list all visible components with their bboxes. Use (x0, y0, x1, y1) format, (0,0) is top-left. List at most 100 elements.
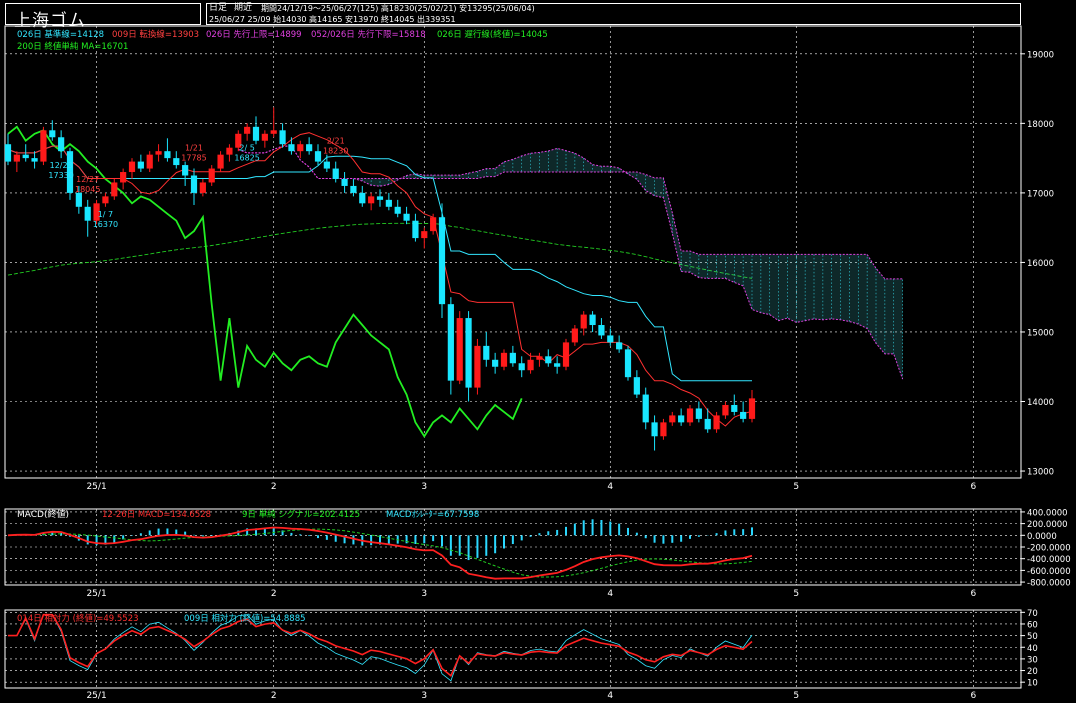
candle-body (492, 359, 499, 367)
chart-stage: 上海ゴム 日足 期近 期間24/12/19〜25/06/27(125) 高182… (0, 0, 1076, 703)
candle-body (536, 356, 543, 360)
y-tick-label-macd: -600.0000 (1027, 567, 1071, 577)
candle-body (22, 154, 29, 159)
candle-body (483, 345, 490, 360)
candle-body (40, 130, 47, 162)
candle-body (49, 130, 56, 138)
y-tick-label-rsi: 60 (1027, 620, 1038, 630)
candle-body (421, 231, 428, 239)
candle-body (438, 217, 446, 305)
price-annotation: 2/ 5 (239, 144, 254, 153)
candle-body (173, 158, 180, 166)
candle-body (554, 363, 561, 367)
candle-body (394, 206, 401, 214)
x-tick-label-rsi: 3 (421, 691, 427, 701)
candle-body (279, 130, 286, 145)
candle-body (722, 404, 729, 416)
price-annotation: 17330 (48, 171, 73, 180)
price-annotation: 16370 (93, 220, 118, 229)
candle-body (226, 147, 233, 155)
ma200-line (7, 222, 753, 279)
candle-body (748, 398, 756, 419)
y-tick-label-rsi: 50 (1027, 632, 1038, 642)
legend-macd-osc: MACDｵｼﾚｰﾀｰ=67.7598 (386, 510, 479, 520)
candle-body (190, 175, 198, 193)
x-tick-label-main: 6 (971, 482, 977, 492)
candle-body (527, 359, 534, 371)
legend-macd-signal: 9日 単純 シグナル=202.4125 (242, 509, 360, 520)
candle-body (562, 342, 570, 367)
candle-body (75, 192, 82, 207)
legend-kijun: 026日 基準線=14128 (17, 29, 104, 40)
x-tick-label-main: 2 (271, 482, 277, 492)
candle-body (120, 172, 127, 183)
candle-body (217, 154, 224, 169)
x-tick-label-macd: 25/1 (86, 589, 106, 599)
y-tick-label-macd: -400.0000 (1027, 555, 1071, 565)
price-annotation: 17785 (181, 154, 206, 163)
legend-macd-title: MACD(終値) (17, 508, 69, 520)
x-tick-label-rsi: 4 (607, 691, 613, 701)
legend-ma200: 200日 終値単純 MA=16701 (17, 41, 128, 52)
candle-body (270, 130, 277, 134)
candle-body (678, 415, 685, 423)
x-tick-label-macd: 2 (271, 589, 277, 599)
x-tick-label-macd: 5 (793, 589, 799, 599)
candle-body (412, 220, 419, 239)
candle-body (199, 182, 206, 193)
candle-body (545, 356, 552, 364)
candle-body (660, 422, 667, 437)
legend-rsi9: 009日 相対力 (終値)=54.8885 (184, 613, 306, 624)
x-tick-label-rsi: 25/1 (86, 691, 106, 701)
x-tick-label-rsi: 5 (793, 691, 799, 701)
candle-body (31, 158, 38, 162)
candle-body (164, 151, 171, 159)
y-tick-label-macd: 0.0000 (1027, 532, 1057, 542)
legend-senkou-b: 052/026日 先行下限=15818 (311, 29, 426, 40)
candle-body (624, 349, 632, 378)
candle-body (359, 192, 366, 204)
y-tick-label-rsi: 30 (1027, 655, 1038, 665)
price-annotation: 1/21 (185, 144, 203, 153)
candle-body (261, 133, 268, 141)
candle-body (447, 304, 454, 381)
candle-body (474, 345, 481, 388)
candle-body (704, 418, 711, 430)
y-tick-label-macd: -800.0000 (1027, 579, 1071, 589)
legend-tenkan: 009日 転換線=13903 (112, 29, 199, 40)
candle-body (376, 196, 384, 200)
candle-body (252, 126, 260, 141)
candle-body (128, 161, 136, 173)
candle-body (102, 196, 109, 204)
x-tick-label-macd: 4 (607, 589, 613, 599)
legend-rsi14: 014日 相対力 (終値)=49.5523 (17, 613, 139, 624)
candle-body (686, 408, 694, 423)
candle-body (669, 415, 676, 423)
legend-senkou-a: 026日 先行上限=14899 (206, 29, 302, 40)
candle-body (323, 161, 330, 169)
candle-body (571, 328, 578, 343)
candle-body (589, 314, 596, 326)
candle-body (616, 342, 623, 350)
candle-body (518, 363, 525, 371)
candle-body (4, 144, 12, 162)
x-tick-label-macd: 6 (971, 589, 977, 599)
candle-body (385, 199, 392, 207)
price-annotation: 2/21 (327, 137, 345, 146)
candle-body (500, 352, 508, 367)
y-tick-label-macd: 400.0000 (1027, 508, 1068, 518)
candle-body (430, 217, 437, 232)
legend-macd: 12-26日 MACD=134.6528 (102, 510, 211, 520)
y-tick-label-rsi: 10 (1027, 679, 1038, 689)
chart-canvas: 13000140001500016000170001800019000400.0… (4, 25, 1071, 701)
legend-chikou: 026日 遅行線(終値)=14045 (437, 29, 548, 40)
candle-body (509, 352, 516, 364)
candle-body (58, 137, 65, 152)
candle-body (607, 335, 614, 343)
price-annotation: 12/23 (50, 161, 73, 170)
y-tick-label-macd: -200.0000 (1027, 544, 1071, 554)
candle-body (580, 314, 587, 329)
candle-body (13, 154, 20, 162)
y-tick-label-main: 19000 (1027, 50, 1054, 60)
candle-body (695, 408, 702, 419)
